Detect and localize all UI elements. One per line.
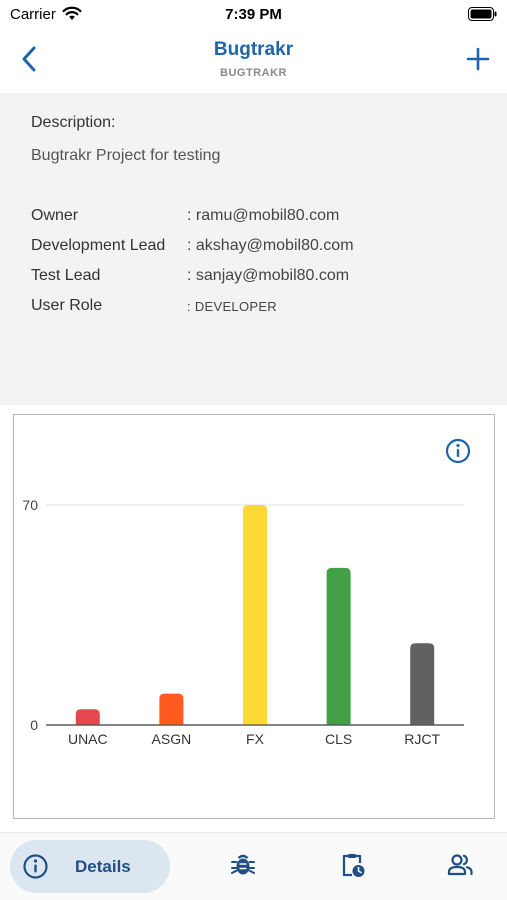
user-role-value: : DEVELOPER [187,299,277,314]
status-bar: Carrier 7:39 PM [0,0,507,30]
owner-value: : ramu@mobil80.com [187,207,340,224]
user-role-label: User Role [31,297,103,314]
y-tick-label: 70 [22,497,38,513]
x-tick-label: RJCT [404,731,440,747]
x-tick-label: ASGN [152,731,192,747]
test-lead-label: Test Lead [31,267,101,284]
x-tick-label: FX [246,731,265,747]
description-value: Bugtrakr Project for testing [31,147,221,164]
battery-icon [468,7,497,21]
bar-rjct [410,643,435,725]
chart-info-icon[interactable] [444,437,472,465]
page-subtitle: BUGTRAKR [220,67,287,79]
info-icon [23,854,48,879]
x-tick-label: CLS [325,731,352,747]
description-label: Description: [31,114,116,131]
users-icon[interactable] [446,851,474,879]
bar-cls [326,567,351,725]
dev-lead-label: Development Lead [31,237,166,254]
page-title: Bugtrakr [213,39,294,60]
bug-status-bar-chart: 0 70 UNAC ASGN FX CLS RJCT [22,497,464,747]
bottom-tab-bar: Details [0,832,507,900]
plus-icon [466,47,490,71]
add-button[interactable] [463,44,493,74]
test-lead-value: : sanjay@mobil80.com [187,267,350,284]
bar-fx [243,505,267,725]
bar-unac [75,709,100,725]
y-tick-label: 0 [30,717,38,733]
tab-details[interactable]: Details [10,840,170,893]
dev-lead-value: : akshay@mobil80.com [187,237,354,254]
status-time: 7:39 PM [225,6,282,23]
clipboard-clock-icon[interactable] [339,851,367,879]
owner-label: Owner [31,207,79,224]
project-details-panel: Description: Bugtrakr Project for testin… [0,93,507,405]
bug-icon[interactable] [229,851,257,879]
bug-status-chart-card: 0 70 UNAC ASGN FX CLS RJCT [13,414,495,819]
tab-details-label: Details [75,857,131,876]
x-tick-label: UNAC [68,731,108,747]
navigation-bar: Bugtrakr BUGTRAKR [0,30,507,92]
bar-asgn [159,693,184,725]
